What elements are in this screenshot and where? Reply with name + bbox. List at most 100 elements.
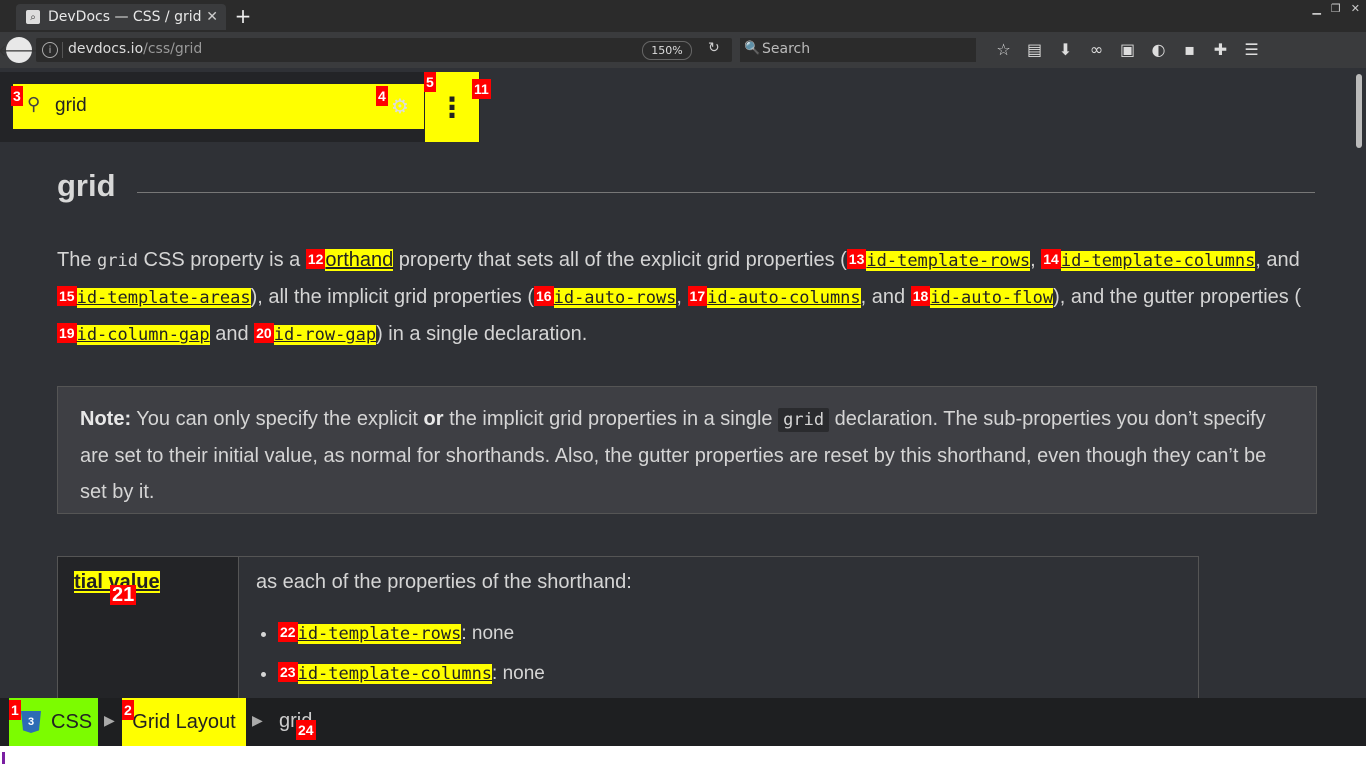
new-tab-button[interactable]: + [232, 4, 254, 28]
tab-bar: ⌕ DevDocs — CSS / grid ✕ + ▁ ❐ ✕ [0, 0, 1366, 32]
url-host: devdocs.io [68, 41, 144, 57]
link-grid-template-columns[interactable]: id-template-columns [297, 664, 493, 684]
code-grid: grid [778, 408, 830, 432]
link-grid-template-rows[interactable]: id-template-rows [866, 251, 1031, 271]
intro-text: and [209, 323, 255, 345]
intro-text: , and [860, 286, 911, 308]
chevron-right-icon: ▶ [104, 712, 115, 728]
link-grid-template-columns[interactable]: id-template-columns [1060, 251, 1256, 271]
badge-22: 22 [278, 622, 298, 642]
link-shorthand[interactable]: orthand [325, 249, 394, 271]
extension-camera-icon[interactable]: ◐ [1143, 40, 1174, 59]
link-grid-row-gap[interactable]: id-row-gap [273, 325, 377, 345]
note-or: or [423, 408, 444, 430]
extension-firstaid-icon[interactable]: ✚ [1205, 40, 1236, 59]
intro-text: ) in a single declaration. [376, 323, 588, 345]
link-grid-template-rows[interactable]: id-template-rows [297, 624, 462, 644]
badge-14: 14 [1041, 249, 1061, 269]
badge-12: 12 [305, 249, 326, 269]
extension-glasses-icon[interactable]: ∞ [1081, 40, 1112, 59]
minimize-icon[interactable]: ▁ [1312, 2, 1320, 15]
url-bar[interactable]: i devdocs.io/css/grid 150% ↻ [36, 38, 732, 62]
list-item: 22id-template-rows: none [278, 619, 632, 649]
extension-skype-icon[interactable]: ▣ [1112, 40, 1143, 59]
css3-icon: 3 [21, 711, 41, 733]
intro-text: ), all the implicit grid properties ( [250, 286, 535, 308]
browser-tab[interactable]: ⌕ DevDocs — CSS / grid ✕ [16, 4, 226, 30]
restore-icon[interactable]: ❐ [1331, 2, 1341, 15]
intro-text: , [676, 286, 688, 308]
badge-4: 4 [376, 86, 388, 106]
navigation-toolbar: 🡐 i devdocs.io/css/grid 150% ↻ 🔍 ☆ ▤ ⬇ ∞… [0, 32, 1366, 68]
intro-text: , and [1255, 249, 1300, 271]
gear-icon[interactable]: ⚙ [391, 94, 409, 118]
url-separator [62, 42, 63, 58]
scrollbar-thumb[interactable] [1356, 74, 1362, 148]
extension-save-icon[interactable]: ▪ [1174, 40, 1205, 59]
reading-list-icon[interactable]: ▤ [1019, 40, 1050, 59]
subproperty-list: 22id-template-rows: none 23id-template-c… [256, 619, 632, 689]
close-window-icon[interactable]: ✕ [1351, 2, 1360, 15]
intro-paragraph: The grid CSS property is a 12 orthand pro… [57, 242, 1315, 353]
title-row: grid [57, 168, 1315, 212]
devdocs-favicon-icon: ⌕ [26, 10, 40, 24]
docs-search-box[interactable]: ⚲ ⚙ [13, 84, 424, 129]
badge-16: 16 [534, 286, 554, 306]
search-icon: ⚲ [27, 94, 41, 115]
tab-title: DevDocs — CSS / grid [48, 9, 202, 25]
badge-13: 13 [846, 249, 867, 269]
badge-23: 23 [278, 662, 298, 682]
list-value: : none [461, 623, 515, 644]
badge-20: 20 [254, 323, 274, 343]
badge-5: 5 [424, 72, 436, 92]
docs-search-input[interactable] [55, 93, 355, 119]
note-text: the implicit grid properties in a single [443, 408, 779, 430]
hamburger-menu-icon[interactable]: ☰ [1236, 40, 1267, 59]
table-value-cell: as each of the properties of the shortha… [256, 567, 632, 699]
badge-18: 18 [910, 286, 931, 306]
code-grid: grid [97, 251, 138, 271]
browser-search-input[interactable] [762, 40, 962, 58]
back-button[interactable]: 🡐 [0, 37, 40, 63]
search-icon: 🔍 [744, 41, 761, 56]
badge-15: 15 [57, 286, 77, 306]
link-grid-column-gap[interactable]: id-column-gap [76, 325, 210, 345]
intro-text: , [1030, 249, 1042, 271]
link-grid-auto-flow[interactable]: id-auto-flow [930, 288, 1054, 308]
site-info-icon[interactable]: i [42, 42, 58, 58]
browser-search-bar[interactable]: 🔍 [740, 38, 976, 62]
intro-text: ), and the gutter properties ( [1053, 286, 1302, 308]
badge-24: 24 [296, 720, 316, 740]
badge-1: 1 [9, 700, 21, 720]
toolbar-icons: ☆ ▤ ⬇ ∞ ▣ ◐ ▪ ✚ ☰ [988, 40, 1267, 59]
note-box: Note: You can only specify the explicit … [57, 386, 1317, 514]
close-tab-icon[interactable]: ✕ [206, 9, 218, 25]
list-value: : none [492, 663, 545, 684]
link-grid-auto-columns[interactable]: id-auto-columns [707, 288, 861, 308]
status-marker [2, 752, 5, 764]
download-icon[interactable]: ⬇ [1050, 40, 1081, 59]
intro-text: The [57, 249, 98, 271]
list-item: 23id-template-columns: none [278, 659, 632, 689]
intro-text: CSS property is a [137, 249, 306, 271]
zoom-indicator[interactable]: 150% [642, 41, 692, 60]
breadcrumb-css-label: CSS [51, 710, 93, 733]
link-grid-template-areas[interactable]: id-template-areas [76, 288, 251, 308]
note-text: You can only specify the explicit [131, 408, 424, 430]
breadcrumb-css[interactable]: 3 CSS [9, 698, 98, 746]
page-title: grid [57, 168, 116, 203]
intro-text: property that sets all of the explicit g… [393, 249, 847, 271]
table-description: as each of the properties of the shortha… [256, 571, 632, 593]
bookmark-star-icon[interactable]: ☆ [988, 40, 1019, 59]
breadcrumb-grid-layout[interactable]: Grid Layout [122, 698, 246, 746]
breadcrumb: 3 CSS ▶ Grid Layout ▶ grid [0, 698, 1366, 746]
url-text: devdocs.io/css/grid [68, 41, 202, 57]
link-grid-auto-rows[interactable]: id-auto-rows [553, 288, 677, 308]
title-rule [137, 192, 1315, 193]
reload-icon[interactable]: ↻ [708, 40, 720, 56]
badge-3: 3 [11, 86, 23, 106]
badge-2: 2 [122, 700, 134, 720]
badge-11: 11 [472, 79, 491, 99]
badge-17: 17 [687, 286, 708, 306]
note-label: Note: [80, 408, 132, 430]
